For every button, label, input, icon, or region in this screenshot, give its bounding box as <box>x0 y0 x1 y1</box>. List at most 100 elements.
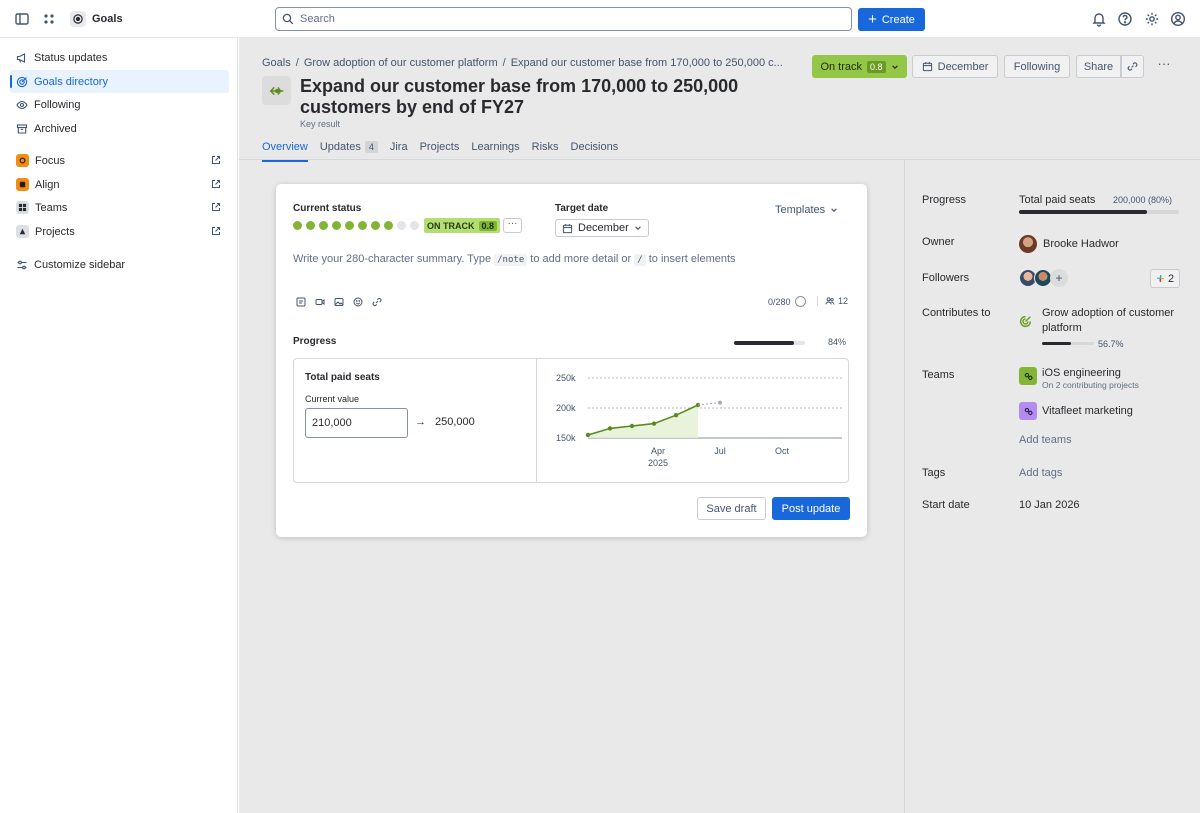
notifications-icon[interactable] <box>1091 11 1107 27</box>
status-score-dots[interactable] <box>293 221 419 230</box>
progress-percent: 84% <box>828 337 847 347</box>
templates-label: Templates <box>775 204 826 216</box>
target-date-button[interactable]: December <box>912 55 998 78</box>
link-icon <box>1127 62 1138 71</box>
status-lozenge: ON TRACK 0.8 <box>424 218 501 233</box>
chart-data-point <box>651 421 657 426</box>
add-teams-link[interactable]: Add teams <box>1019 434 1072 446</box>
status-dot[interactable] <box>397 221 406 230</box>
copy-link-button[interactable] <box>1121 55 1144 78</box>
tab-decisions[interactable]: Decisions <box>571 141 619 159</box>
profile-avatar-icon[interactable] <box>1170 11 1186 27</box>
sidebar-item-status-updates[interactable]: Status updates <box>10 46 229 69</box>
followers-label: Followers <box>922 272 970 284</box>
status-more-button[interactable]: ··· <box>503 218 522 233</box>
status-dot[interactable] <box>319 221 328 230</box>
progress-metric-name: Total paid seats <box>1019 194 1096 206</box>
summary-placeholder-part: Write your 280-character summary. Type <box>293 253 492 265</box>
sidebar-app-focus[interactable]: Focus <box>10 149 229 172</box>
breadcrumb-parent-goal[interactable]: Grow adoption of our customer platform <box>304 57 498 69</box>
status-dropdown-button[interactable]: On track 0.8 <box>812 55 907 78</box>
status-dot[interactable] <box>293 221 302 230</box>
chart-projection-line <box>697 402 721 406</box>
post-update-button[interactable]: Post update <box>772 497 850 520</box>
sidebar-app-label: Teams <box>35 201 68 214</box>
status-dot[interactable] <box>371 221 380 230</box>
tab-bar: Overview Updates 4 Jira Projects Learning… <box>262 141 630 162</box>
more-actions-icon[interactable]: ··· <box>1156 57 1172 74</box>
followers-avatars[interactable]: + <box>1019 269 1068 287</box>
status-dot[interactable] <box>306 221 315 230</box>
tab-label: Updates <box>319 141 361 153</box>
create-button[interactable]: + Create <box>858 8 925 31</box>
settings-gear-icon[interactable] <box>1144 11 1160 27</box>
metric-panel: Total paid seats Current value 210,000 →… <box>293 358 849 483</box>
sidebar-app-label: Projects <box>35 225 75 238</box>
breadcrumb-goals[interactable]: Goals <box>262 57 291 69</box>
sidebar-app-align[interactable]: Align <box>10 173 229 196</box>
sidebar-item-following[interactable]: Following <box>10 93 229 116</box>
tabs-divider <box>239 159 1200 160</box>
search-icon <box>282 13 294 25</box>
following-button[interactable]: Following <box>1004 55 1070 78</box>
start-date-label: Start date <box>922 499 970 511</box>
chart-data-point <box>585 432 591 438</box>
emoji-icon[interactable] <box>353 297 363 307</box>
chart-data-point <box>629 423 635 429</box>
customize-sidebar-item[interactable]: Customize sidebar <box>10 253 229 276</box>
sidebar-app-teams[interactable]: Teams <box>10 196 229 219</box>
team-name: iOS engineering <box>1042 367 1121 379</box>
sidebar-item-archived[interactable]: Archived <box>10 117 229 140</box>
following-label: Following <box>1013 60 1061 73</box>
tab-learnings[interactable]: Learnings <box>471 141 519 159</box>
slack-channels-button[interactable]: 2 <box>1150 269 1180 288</box>
sidebar-toggle-icon[interactable] <box>14 11 30 27</box>
summary-editor[interactable]: Write your 280-character summary. Type /… <box>293 253 736 266</box>
audience-count[interactable]: 12 <box>817 296 848 306</box>
link-icon[interactable] <box>372 297 382 307</box>
tab-jira[interactable]: Jira <box>390 141 408 159</box>
chevron-down-icon <box>634 226 641 230</box>
status-dot[interactable] <box>384 221 393 230</box>
tab-overview[interactable]: Overview <box>262 141 308 162</box>
add-follower-icon[interactable]: + <box>1050 269 1068 287</box>
video-icon[interactable] <box>315 297 325 307</box>
status-dot[interactable] <box>410 221 419 230</box>
search-input[interactable]: Search <box>275 7 852 31</box>
status-dot[interactable] <box>332 221 341 230</box>
app-switcher-icon[interactable] <box>41 11 57 27</box>
status-dot[interactable] <box>358 221 367 230</box>
current-value-input[interactable]: 210,000 <box>305 408 408 438</box>
tab-label: Learnings <box>471 141 520 153</box>
team-people-icon <box>1019 402 1037 420</box>
team-item-vitafleet[interactable]: Vitafleet marketing <box>1019 402 1133 420</box>
owner-name: Brooke Hadwor <box>1043 238 1119 250</box>
progress-metric-value: 200,000 (80%) <box>1113 195 1173 205</box>
app-brand[interactable]: Goals <box>70 10 123 28</box>
tab-risks[interactable]: Risks <box>532 141 559 159</box>
image-icon[interactable] <box>334 297 344 307</box>
sidebar-item-goals-directory[interactable]: Goals directory <box>10 70 229 93</box>
templates-dropdown[interactable]: Templates <box>775 204 838 216</box>
tab-projects[interactable]: Projects <box>420 141 460 159</box>
sidebar-app-projects[interactable]: Projects <box>10 220 229 243</box>
contributes-to-goal[interactable]: Grow adoption of customer platform <box>1042 306 1182 336</box>
note-icon[interactable] <box>296 297 306 307</box>
note-command-code: /note <box>494 254 528 266</box>
target-date-select[interactable]: December <box>555 219 649 237</box>
key-result-icon <box>262 76 291 105</box>
slash-command-code: / <box>634 254 646 266</box>
chart-x-tick-label: Apr <box>651 446 665 456</box>
team-item-ios[interactable]: iOS engineering On 2 contributing projec… <box>1019 367 1139 390</box>
share-button[interactable]: Share <box>1076 55 1121 78</box>
external-link-icon <box>211 179 221 189</box>
add-tags-link[interactable]: Add tags <box>1019 467 1062 479</box>
owner-value[interactable]: Brooke Hadwor <box>1019 235 1119 253</box>
help-icon[interactable] <box>1117 11 1133 27</box>
status-dot[interactable] <box>345 221 354 230</box>
start-date-value[interactable]: 10 Jan 2026 <box>1019 499 1080 511</box>
panel-progress-fill <box>1019 210 1147 214</box>
save-draft-button[interactable]: Save draft <box>697 497 766 520</box>
tab-updates[interactable]: Updates 4 <box>320 141 378 159</box>
breadcrumb-current[interactable]: Expand our customer base from 170,000 to… <box>511 57 783 69</box>
